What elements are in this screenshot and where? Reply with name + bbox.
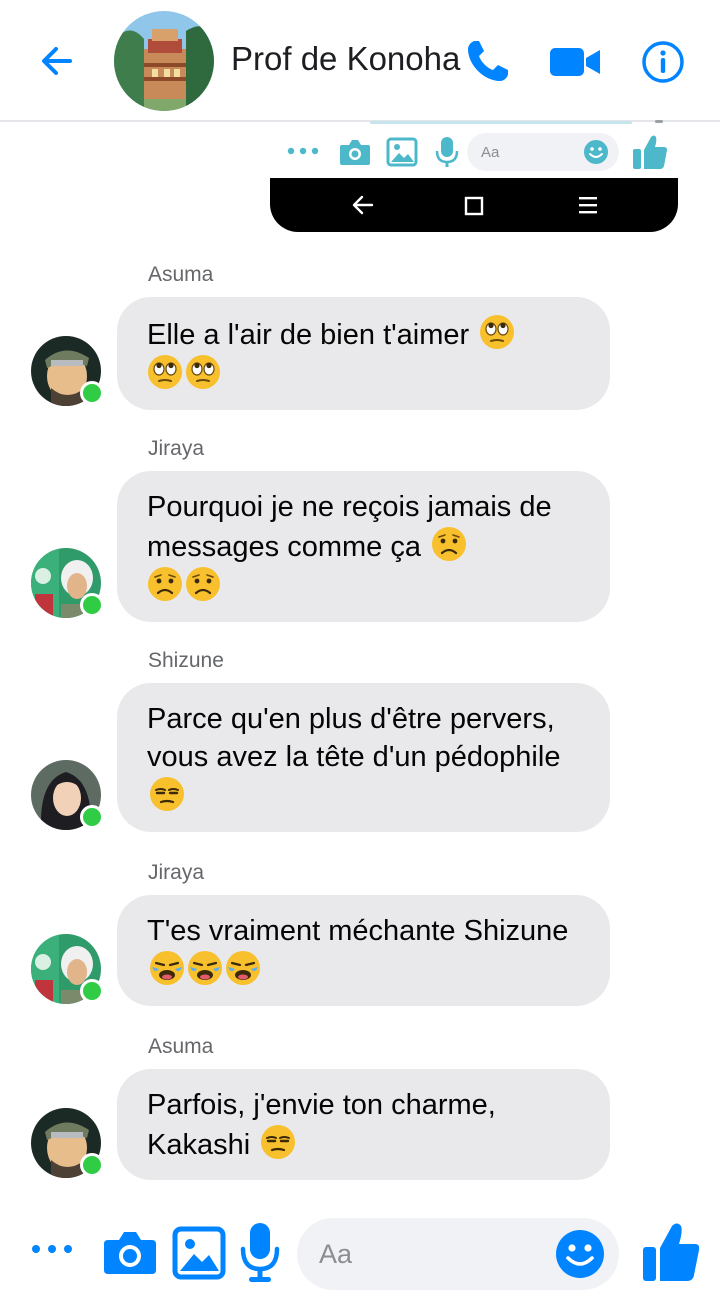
nav-back-icon (352, 195, 374, 215)
more-actions-button[interactable] (28, 1235, 76, 1263)
conversation-title[interactable]: Prof de Konoha (231, 40, 460, 78)
embedded-navigation-bar (270, 178, 678, 232)
nav-recents-icon (464, 196, 484, 216)
message-bubble[interactable]: Parce qu'en plus d'être pervers, vous av… (117, 683, 610, 832)
screenshot-edge (370, 121, 632, 124)
message-input-container[interactable] (297, 1218, 619, 1290)
camera-icon (104, 1232, 156, 1274)
microphone-icon (435, 137, 459, 167)
video-call-button[interactable] (549, 36, 601, 88)
message-bubble[interactable]: Elle a l'air de bien t'aimer (117, 297, 610, 410)
emoji-icon (584, 140, 608, 164)
frown-emoji-icon (147, 566, 183, 602)
sender-name: Asuma (148, 263, 214, 286)
chat-header: Prof de Konoha (0, 0, 720, 122)
image-icon (172, 1226, 226, 1280)
microphone-icon (240, 1223, 280, 1282)
nav-menu-icon (579, 197, 597, 214)
message-bubble[interactable]: Parfois, j'envie ton charme, Kakashi (117, 1069, 610, 1180)
thumbs-up-icon (643, 1223, 700, 1281)
arrow-left-icon (42, 47, 72, 75)
sender-name: Asuma (148, 1035, 214, 1058)
image-icon (386, 137, 418, 167)
eye-roll-emoji-icon (185, 354, 221, 390)
sender-name: Jiraya (148, 861, 205, 884)
online-indicator (80, 1153, 104, 1177)
message-text: Pourquoi je ne reçois jamais de messages… (147, 491, 552, 563)
message-text: Elle a l'air de bien t'aimer (147, 319, 470, 351)
info-button[interactable] (637, 36, 689, 88)
thumbs-up-icon (633, 135, 667, 169)
voice-button[interactable] (239, 1220, 281, 1286)
video-camera-icon (550, 48, 600, 76)
online-indicator (80, 593, 104, 617)
message-bubble[interactable]: T'es vraiment méchante Shizune (117, 895, 610, 1006)
message-text: Parfois, j'envie ton charme, Kakashi (147, 1089, 496, 1161)
message-text: T'es vraiment méchante Shizune (147, 915, 569, 947)
phone-icon (468, 41, 508, 81)
more-dots-icon (287, 147, 319, 155)
message-bubble[interactable]: Pourquoi je ne reçois jamais de messages… (117, 471, 610, 622)
embedded-input-placeholder: Aa (481, 144, 500, 161)
eye-roll-emoji-icon (479, 314, 515, 350)
group-avatar[interactable] (114, 11, 214, 111)
gallery-button[interactable] (171, 1225, 227, 1281)
camera-button[interactable] (102, 1225, 158, 1279)
message-text: Parce qu'en plus d'être pervers, vous av… (147, 703, 561, 773)
frown-emoji-icon (431, 526, 467, 562)
info-icon (642, 41, 684, 83)
unamused-emoji-icon (149, 776, 185, 812)
like-button[interactable] (640, 1220, 702, 1284)
frown-emoji-icon (185, 566, 221, 602)
call-button[interactable] (461, 36, 513, 88)
online-indicator (80, 979, 104, 1003)
embedded-message-input: Aa (467, 133, 619, 171)
crying-emoji-icon (187, 950, 223, 986)
online-indicator (80, 805, 104, 829)
eye-roll-emoji-icon (147, 354, 183, 390)
message-input[interactable] (319, 1236, 549, 1272)
more-dots-icon (32, 1245, 72, 1253)
crying-emoji-icon (149, 950, 185, 986)
sender-name: Shizune (148, 649, 224, 672)
sender-name: Jiraya (148, 437, 205, 460)
crying-emoji-icon (225, 950, 261, 986)
unamused-emoji-icon (260, 1124, 296, 1160)
screenshot-edge-mark (655, 120, 663, 123)
online-indicator (80, 381, 104, 405)
camera-icon (340, 140, 370, 165)
back-button[interactable] (34, 38, 80, 84)
emoji-icon[interactable] (555, 1229, 605, 1279)
message-composer (0, 1205, 720, 1293)
embedded-composer-screenshot: Aa (280, 126, 680, 178)
